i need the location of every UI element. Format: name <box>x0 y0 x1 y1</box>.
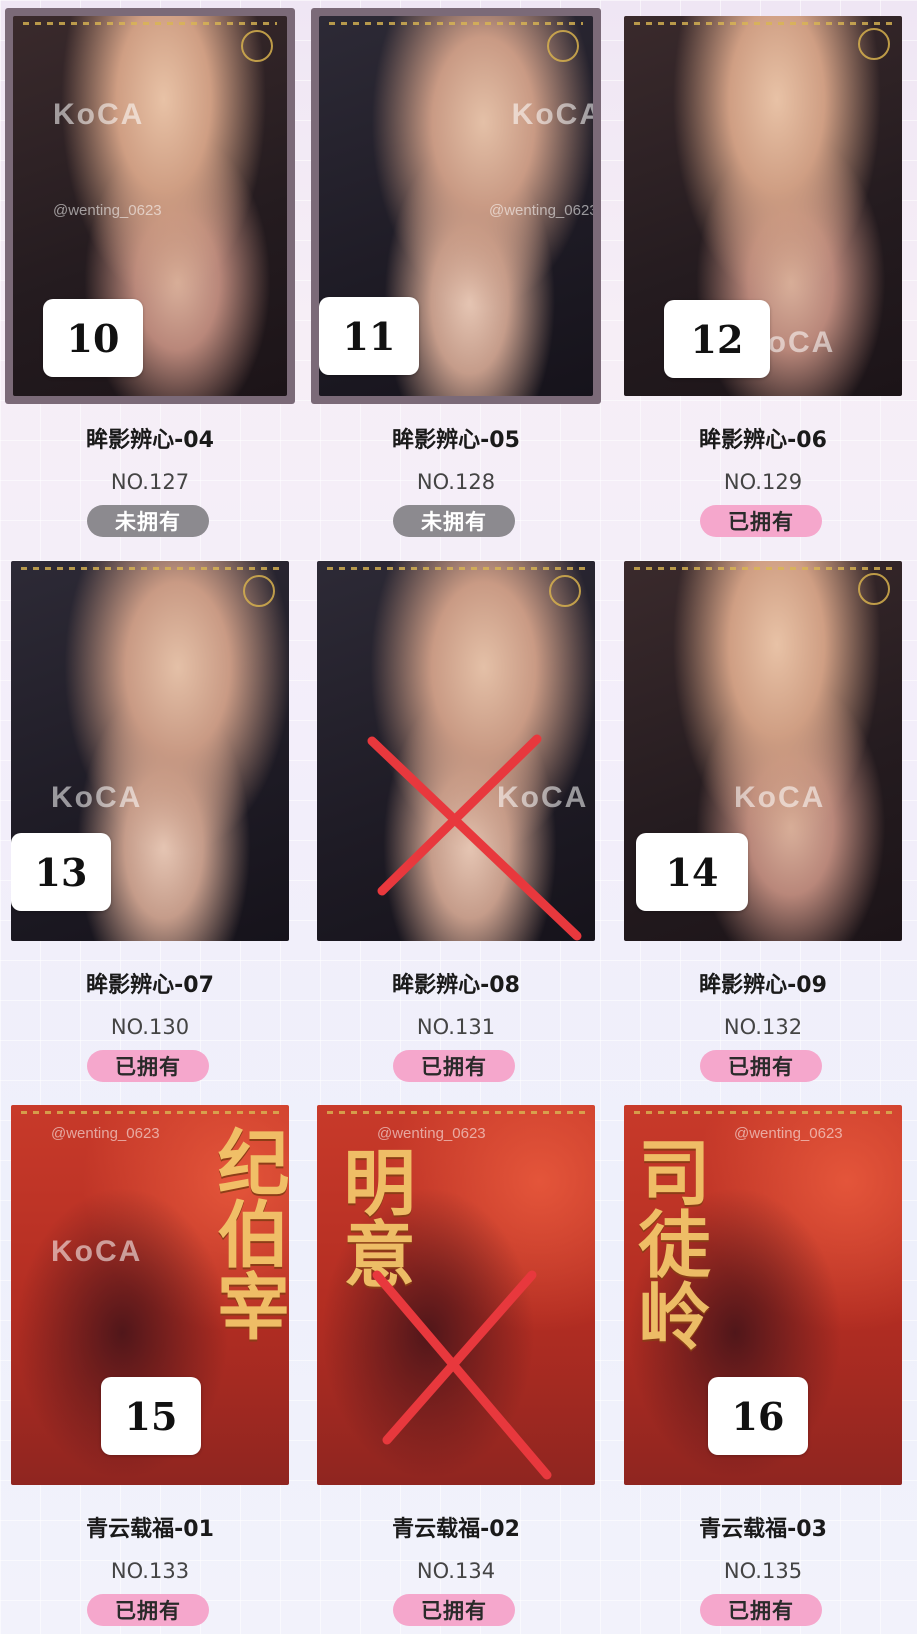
watermark-user: @wenting_0623 <box>377 1125 486 1142</box>
watermark-logo: KoCA <box>51 1235 143 1268</box>
card-number: NO.133 <box>110 1559 190 1583</box>
gold-emblem-icon <box>241 30 273 62</box>
card-title: 眸影辨心-07 <box>86 973 214 998</box>
card-title: 青云载福-03 <box>699 1517 827 1542</box>
card-item[interactable]: 明意 @wenting_0623 青云载福-02 NO.134 已拥有 <box>311 1089 601 1634</box>
gold-border-ornament <box>21 1111 279 1114</box>
card-photo-frame: 明意 @wenting_0623 <box>311 1097 601 1493</box>
card-item[interactable]: KoCA 12 眸影辨心-06 NO.129 已拥有 <box>618 0 908 545</box>
card-photo[interactable]: KoCA @wenting_0623 10 <box>13 16 287 396</box>
card-item[interactable]: KoCA @wenting_0623 11 眸影辨心-05 NO.128 未拥有 <box>311 0 601 545</box>
poster-name-text: 纪伯宰 <box>205 1125 289 1341</box>
card-photo-frame: KoCA <box>311 553 601 949</box>
watermark-user: @wenting_0623 <box>53 202 162 219</box>
card-number: NO.129 <box>723 470 803 494</box>
number-badge: 10 <box>43 299 143 377</box>
watermark-logo: KoCA <box>511 98 593 131</box>
poster-name-text: 明意 <box>331 1145 416 1289</box>
card-photo[interactable]: 纪伯宰 KoCA @wenting_0623 15 <box>11 1105 289 1485</box>
card-title: 眸影辨心-05 <box>392 428 520 453</box>
card-number: NO.134 <box>416 1559 496 1583</box>
number-badge: 12 <box>664 300 770 378</box>
card-item[interactable]: KoCA 眸影辨心-08 NO.131 已拥有 <box>311 545 601 1090</box>
card-item[interactable]: KoCA @wenting_0623 10 眸影辨心-04 NO.127 未拥有 <box>5 0 295 545</box>
card-number: NO.131 <box>416 1015 496 1039</box>
watermark-logo: KoCA <box>51 781 143 814</box>
card-photo[interactable]: 司徒岭 @wenting_0623 16 <box>624 1105 902 1485</box>
watermark-user: @wenting_0623 <box>734 1125 843 1142</box>
card-number: NO.135 <box>723 1559 803 1583</box>
card-number: NO.130 <box>110 1015 190 1039</box>
card-photo-frame: KoCA @wenting_0623 10 <box>5 8 295 404</box>
gold-border-ornament <box>327 1111 585 1114</box>
gold-emblem-icon <box>858 28 890 60</box>
status-badge: 未拥有 <box>87 505 209 537</box>
card-photo[interactable]: KoCA @wenting_0623 11 <box>319 16 593 396</box>
card-item[interactable]: 司徒岭 @wenting_0623 16 青云载福-03 NO.135 已拥有 <box>618 1089 908 1634</box>
status-badge: 未拥有 <box>393 505 515 537</box>
card-photo[interactable]: KoCA 14 <box>624 561 902 941</box>
number-badge: 14 <box>636 833 748 911</box>
status-badge: 已拥有 <box>87 1594 209 1626</box>
watermark-user: @wenting_0623 <box>51 1125 160 1142</box>
card-item[interactable]: 纪伯宰 KoCA @wenting_0623 15 青云载福-01 NO.133… <box>5 1089 295 1634</box>
status-badge: 已拥有 <box>700 505 822 537</box>
card-photo[interactable]: 明意 @wenting_0623 <box>317 1105 595 1485</box>
cross-mark-icon <box>367 734 582 941</box>
card-title: 眸影辨心-04 <box>86 428 214 453</box>
card-number: NO.128 <box>416 470 496 494</box>
status-badge: 已拥有 <box>393 1050 515 1082</box>
watermark-user: @wenting_0623 <box>489 202 593 219</box>
card-title: 青云载福-02 <box>392 1517 520 1542</box>
gold-border-ornament <box>634 1111 892 1114</box>
card-grid: KoCA @wenting_0623 10 眸影辨心-04 NO.127 未拥有… <box>0 0 917 1634</box>
gold-border-ornament <box>21 567 279 570</box>
card-photo-frame: 纪伯宰 KoCA @wenting_0623 15 <box>5 1097 295 1493</box>
card-item[interactable]: KoCA 13 眸影辨心-07 NO.130 已拥有 <box>5 545 295 1090</box>
status-badge: 已拥有 <box>700 1050 822 1082</box>
gold-emblem-icon <box>547 30 579 62</box>
card-photo-frame: 司徒岭 @wenting_0623 16 <box>618 1097 908 1493</box>
card-title: 眸影辨心-09 <box>699 973 827 998</box>
gold-border-ornament <box>329 22 583 25</box>
card-photo[interactable]: KoCA 13 <box>11 561 289 941</box>
number-badge: 11 <box>319 297 419 375</box>
gold-emblem-icon <box>549 575 581 607</box>
gold-border-ornament <box>327 567 585 570</box>
watermark-logo: KoCA <box>497 781 589 814</box>
number-badge: 13 <box>11 833 111 911</box>
gold-border-ornament <box>634 567 892 570</box>
gold-emblem-icon <box>858 573 890 605</box>
status-badge: 已拥有 <box>700 1594 822 1626</box>
status-badge: 已拥有 <box>393 1594 515 1626</box>
poster-name-text: 司徒岭 <box>626 1135 711 1351</box>
number-badge: 15 <box>101 1377 201 1455</box>
gold-border-ornament <box>634 22 892 25</box>
card-photo[interactable]: KoCA 12 <box>624 16 902 396</box>
card-photo-frame: KoCA @wenting_0623 11 <box>311 8 601 404</box>
card-photo-frame: KoCA 14 <box>618 553 908 949</box>
card-photo-frame: KoCA 13 <box>5 553 295 949</box>
gold-emblem-icon <box>243 575 275 607</box>
card-photo-frame: KoCA 12 <box>618 8 908 404</box>
watermark-logo: KoCA <box>53 98 145 131</box>
card-item[interactable]: KoCA 14 眸影辨心-09 NO.132 已拥有 <box>618 545 908 1090</box>
card-number: NO.132 <box>723 1015 803 1039</box>
card-title: 青云载福-01 <box>86 1517 214 1542</box>
card-photo[interactable]: KoCA <box>317 561 595 941</box>
card-title: 眸影辨心-08 <box>392 973 520 998</box>
status-badge: 已拥有 <box>87 1050 209 1082</box>
card-number: NO.127 <box>110 470 190 494</box>
gold-border-ornament <box>23 22 277 25</box>
number-badge: 16 <box>708 1377 808 1455</box>
card-title: 眸影辨心-06 <box>699 428 827 453</box>
watermark-logo: KoCA <box>734 781 826 814</box>
